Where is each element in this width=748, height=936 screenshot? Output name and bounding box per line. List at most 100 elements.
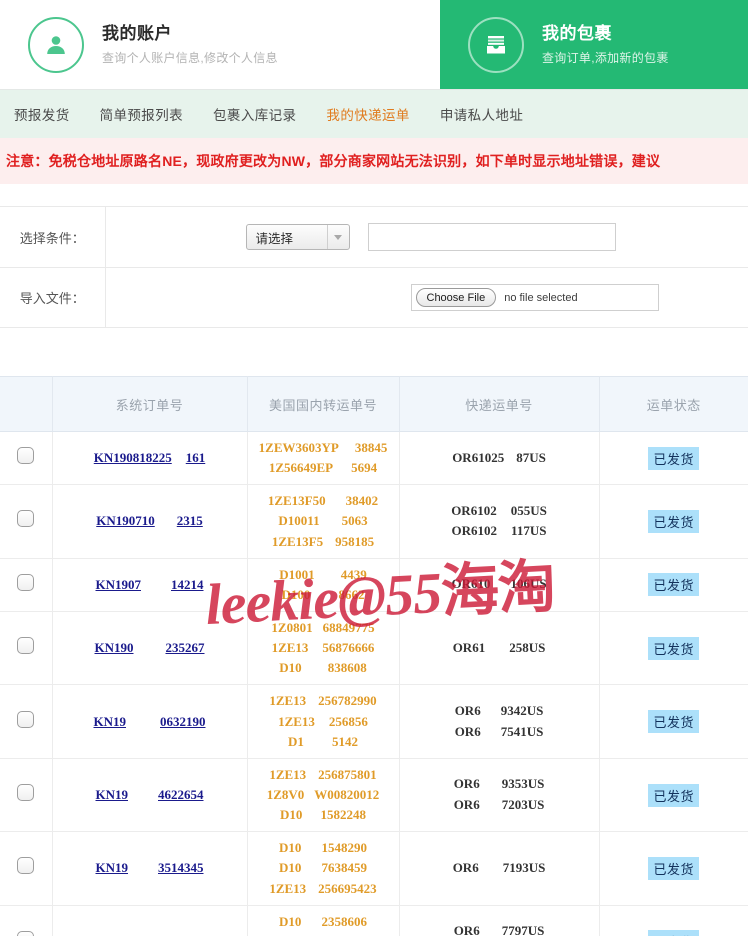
express-waybill-number: OR61 258US [452, 639, 546, 655]
domestic-tracking-number: 1ZE13F5 958185 [271, 533, 375, 549]
nav-item-4[interactable]: 申请私人地址 [440, 104, 523, 124]
waybill-table-wrap: 系统订单号 美国国内转运单号 快递运单号 运单状态 KN190818225 161 1ZE… [0, 376, 748, 936]
choose-file-button[interactable]: Choose File [415, 288, 497, 307]
order-link-suffix[interactable]: 4622654 [158, 787, 204, 803]
domestic-tracking-number: 1ZE13256603825 [250, 932, 397, 936]
row-checkbox[interactable] [17, 857, 35, 875]
keyword-input[interactable] [367, 223, 616, 251]
order-link[interactable]: KN1907 [96, 577, 142, 593]
table-row: KN190 235267 1Z0801 68849775 1ZE13 56876666 D1… [0, 611, 748, 686]
domestic-tracking-number: D10 2358606 [279, 913, 367, 929]
row-checkbox[interactable] [17, 784, 35, 802]
express-waybill-number: OR6 7797US [453, 923, 545, 936]
order-link[interactable]: KN19 [96, 860, 129, 876]
table-row: KN19 4622654 1ZE13 256875801 1Z8V0 W00820012 D… [0, 758, 748, 833]
domestic-tracking-number: 1ZE13 256856 [278, 713, 368, 729]
column-header-3: 快递运单号 [399, 376, 600, 432]
column-header-1: 系统订单号 [52, 376, 248, 432]
status-badge: 已发货 [648, 783, 699, 807]
express-waybill-list: OR6 9342US OR6 7541US [402, 701, 597, 743]
express-waybill-number: OR6 7193US [452, 860, 546, 876]
nav-item-1[interactable]: 简单预报列表 [100, 104, 183, 124]
form-row-import: 导入文件： Choose File no file selected [0, 267, 748, 328]
condition-select[interactable]: 请选择 [245, 224, 350, 250]
table-header: 系统订单号 美国国内转运单号 快递运单号 运单状态 [0, 376, 748, 432]
column-header-0 [0, 376, 53, 432]
row-checkbox[interactable] [17, 573, 35, 591]
domestic-tracking-number: D100 8662 [281, 586, 365, 602]
import-label: 导入文件： [0, 267, 106, 328]
header-parcel-title: 我的包裹 [542, 23, 612, 43]
domestic-tracking-list: 1ZE13 256782990 1ZE13 256856 D1 5142 [250, 691, 397, 751]
nav-item-2[interactable]: 包裹入库记录 [213, 104, 296, 124]
order-link[interactable]: KN190710 [96, 513, 155, 529]
row-checkbox[interactable] [17, 510, 35, 528]
warning-text: 注意：免税仓地址原路名NE，现政府更改为NW，部分商家网站无法识别，如下单时显示… [6, 153, 661, 169]
order-link-suffix[interactable]: 0632190 [160, 714, 206, 730]
status-badge: 已发货 [648, 930, 699, 936]
order-link[interactable]: KN19 [96, 787, 129, 803]
form-row-condition: 选择条件： 请选择 [0, 206, 748, 268]
order-link[interactable]: KN19 [94, 714, 127, 730]
domestic-tracking-number: 1ZE13 56876666 [271, 640, 375, 656]
domestic-tracking-number: D10011 5063 [278, 513, 368, 529]
domestic-tracking-number: 1Z0801 68849775 [271, 619, 375, 635]
express-waybill-list: OR61025 87US [402, 448, 597, 469]
nav-item-0[interactable]: 预报发货 [14, 104, 70, 124]
domestic-tracking-number: 1ZEW3603YP 38845 [258, 440, 388, 455]
domestic-tracking-number: D10 838608 [279, 660, 367, 676]
main-nav: 预报发货 简单预报列表 包裹入库记录 我的快递运单 申请私人地址 [0, 90, 748, 138]
domestic-tracking-list: 1Z0801 68849775 1ZE13 56876666 D10 838608 [250, 618, 397, 678]
express-waybill-list: OR6 9353US OR6 7203US [402, 774, 597, 816]
domestic-tracking-list: D10 1548290 D10 7638459 1ZE13 256695423 [250, 838, 397, 898]
condition-label: 选择条件： [0, 206, 106, 268]
header-account-text: 我的账户 查询个人账户信息,修改个人信息 [102, 23, 278, 67]
chevron-down-icon [326, 225, 349, 249]
domestic-tracking-number: 1ZE13 256875801 [269, 766, 377, 782]
order-link-suffix[interactable]: 161 [186, 450, 206, 466]
inbox-circle-icon [468, 16, 524, 73]
express-waybill-number: OR6102 055US [451, 502, 547, 518]
order-link-suffix[interactable]: 2315 [177, 513, 203, 529]
filter-form: 选择条件： 请选择 导入文件： Choose File no file sele… [0, 184, 748, 328]
table-row: KN1903632575D1023586061ZE13256603825D100… [0, 905, 748, 936]
header-card-account[interactable]: 我的账户 查询个人账户信息,修改个人信息 [0, 0, 440, 89]
express-waybill-number: OR6 9342US [454, 702, 544, 718]
user-circle-icon [28, 16, 84, 73]
header-account-subtitle: 查询个人账户信息,修改个人信息 [102, 51, 278, 66]
row-checkbox[interactable] [17, 637, 35, 655]
table-row: KN190818225 161 1ZEW3603YP 38845 1Z56649EP 56… [0, 431, 748, 486]
order-link-suffix[interactable]: 235267 [166, 640, 205, 656]
domestic-tracking-list: 1ZEW3603YP 38845 1Z56649EP 5694 [250, 438, 397, 478]
column-header-2: 美国国内转运单号 [247, 376, 400, 432]
order-link-suffix[interactable]: 3514345 [158, 860, 204, 876]
header-card-parcel[interactable]: 我的包裹 查询订单,添加新的包裹 [440, 0, 748, 89]
domestic-tracking-number: D10 1582248 [280, 807, 366, 823]
status-badge: 已发货 [648, 509, 699, 533]
domestic-tracking-number: 1ZE13 256695423 [269, 880, 377, 896]
condition-select-value: 请选择 [255, 231, 294, 246]
row-checkbox[interactable] [17, 930, 35, 936]
domestic-tracking-number: D1 5142 [288, 733, 358, 749]
domestic-tracking-number: D10 7638459 [279, 860, 367, 876]
table-row: KN19 3514345 D10 1548290 D10 7638459 1ZE13 2566… [0, 831, 748, 906]
express-waybill-list: OR61 258US [402, 638, 597, 659]
domestic-tracking-list: 1ZE13 256875801 1Z8V0 W00820012 D10 1582248 [250, 765, 397, 825]
domestic-tracking-number: D10 1548290 [279, 840, 367, 856]
row-checkbox[interactable] [17, 447, 35, 465]
order-link[interactable]: KN190818225 [94, 450, 172, 466]
warning-banner: 注意：免税仓地址原路名NE，现政府更改为NW，部分商家网站无法识别，如下单时显示… [0, 138, 748, 184]
domestic-tracking-list: D1001 4439 D100 8662 [250, 565, 397, 605]
domestic-tracking-number: 1Z56649EP 5694 [268, 460, 378, 476]
domestic-tracking-list: 1ZE13F50 38402 D10011 5063 1ZE13F5 958185 [250, 491, 397, 551]
waybill-table: 系统订单号 美国国内转运单号 快递运单号 运单状态 KN190818225 161 1ZE… [0, 376, 748, 936]
express-waybill-number: OR6 7203US [453, 797, 545, 813]
file-input[interactable]: Choose File no file selected [410, 284, 659, 311]
order-link[interactable]: KN190 [95, 640, 134, 656]
nav-item-3[interactable]: 我的快递运单 [326, 104, 409, 124]
status-badge: 已发货 [648, 446, 699, 470]
header-parcel-subtitle: 查询订单,添加新的包裹 [542, 51, 669, 66]
status-badge: 已发货 [648, 573, 699, 597]
order-link-suffix[interactable]: 14214 [171, 577, 204, 593]
row-checkbox[interactable] [17, 710, 35, 728]
